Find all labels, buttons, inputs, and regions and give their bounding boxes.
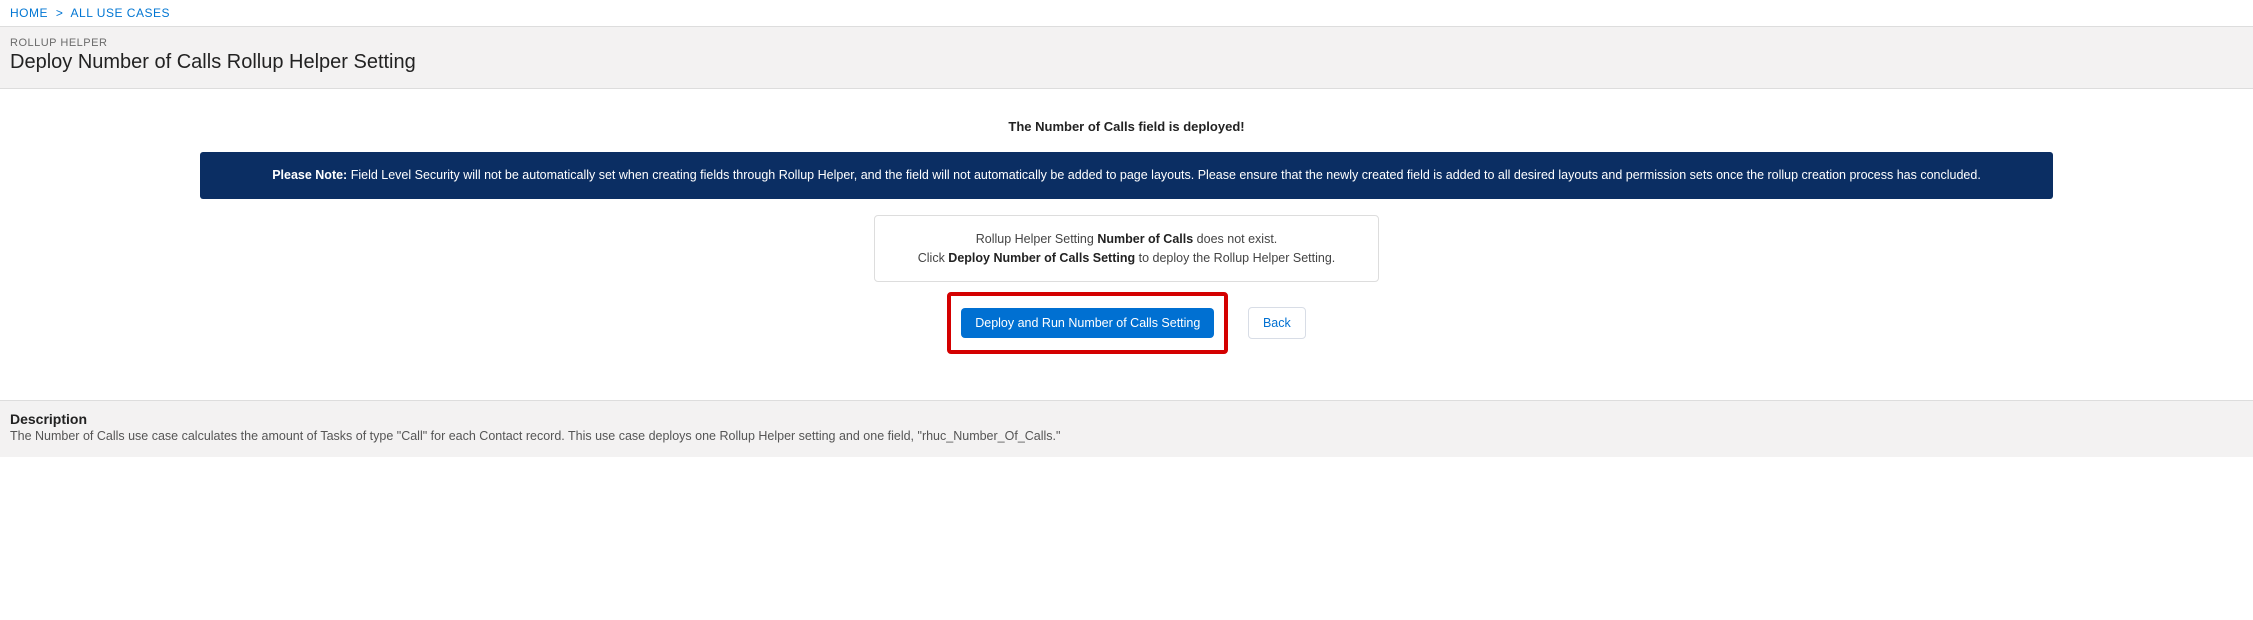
deployed-message: The Number of Calls field is deployed!: [0, 119, 2253, 134]
note-banner: Please Note: Field Level Security will n…: [200, 152, 2053, 199]
main-content: The Number of Calls field is deployed! P…: [0, 89, 2253, 374]
description-title: Description: [10, 411, 2243, 427]
app-tag: ROLLUP HELPER: [10, 37, 2243, 49]
page-title: Deploy Number of Calls Rollup Helper Set…: [10, 51, 2243, 74]
status-l2-pre: Click: [918, 251, 949, 265]
status-l2-post: to deploy the Rollup Helper Setting.: [1135, 251, 1335, 265]
breadcrumb: HOME > ALL USE CASES: [0, 0, 2253, 27]
status-l1-pre: Rollup Helper Setting: [976, 232, 1098, 246]
breadcrumb-home[interactable]: HOME: [10, 6, 48, 20]
page-header: ROLLUP HELPER Deploy Number of Calls Rol…: [0, 27, 2253, 89]
description-section: Description The Number of Calls use case…: [0, 400, 2253, 457]
back-button[interactable]: Back: [1248, 307, 1306, 339]
note-prefix: Please Note:: [272, 168, 351, 182]
status-line-1: Rollup Helper Setting Number of Calls do…: [895, 230, 1358, 249]
breadcrumb-all-use-cases[interactable]: ALL USE CASES: [71, 6, 170, 20]
breadcrumb-sep: >: [56, 6, 64, 20]
status-l2-strong: Deploy Number of Calls Setting: [948, 251, 1135, 265]
status-l1-post: does not exist.: [1193, 232, 1277, 246]
note-body: Field Level Security will not be automat…: [351, 168, 1981, 182]
button-row: Deploy and Run Number of Calls Setting B…: [0, 292, 2253, 354]
deploy-button[interactable]: Deploy and Run Number of Calls Setting: [961, 308, 1214, 338]
highlight-box: Deploy and Run Number of Calls Setting: [947, 292, 1228, 354]
status-box: Rollup Helper Setting Number of Calls do…: [874, 215, 1379, 283]
status-line-2: Click Deploy Number of Calls Setting to …: [895, 249, 1358, 268]
description-text: The Number of Calls use case calculates …: [10, 429, 2243, 443]
status-l1-strong: Number of Calls: [1097, 232, 1193, 246]
